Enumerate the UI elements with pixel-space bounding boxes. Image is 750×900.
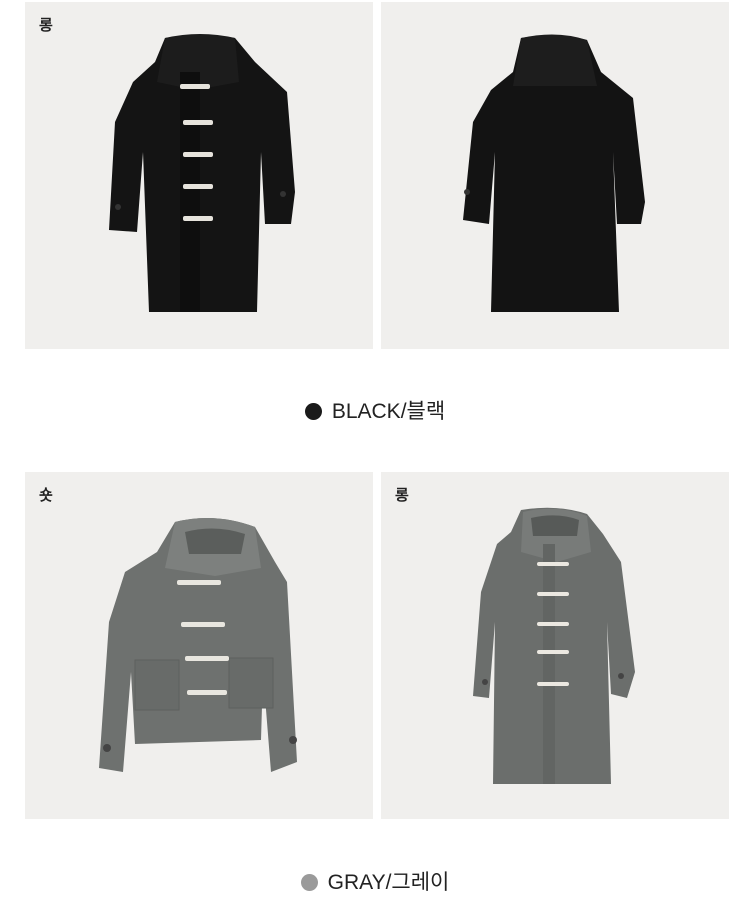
gray-swatch: [300, 874, 318, 891]
black-swatch: [304, 403, 322, 420]
black-long-coat-back-image: [463, 34, 645, 313]
product-photo-gray-short-front: 숏: [25, 472, 373, 819]
color-caption: GRAY/그레이: [327, 871, 450, 894]
gray-short-coat-front-image: [99, 518, 297, 772]
gray-long-coat-front-image: [473, 507, 635, 784]
black-long-coat-front-image: [109, 34, 295, 312]
color-option-black: BLACK/블랙: [0, 395, 750, 425]
color-option-gray: GRAY/그레이: [0, 866, 750, 896]
color-caption: BLACK/블랙: [331, 400, 446, 423]
product-photo-black-long-front: 롱: [25, 2, 373, 349]
product-photo-gray-long-front: 롱: [381, 472, 729, 819]
product-photo-black-long-back: [381, 2, 729, 349]
